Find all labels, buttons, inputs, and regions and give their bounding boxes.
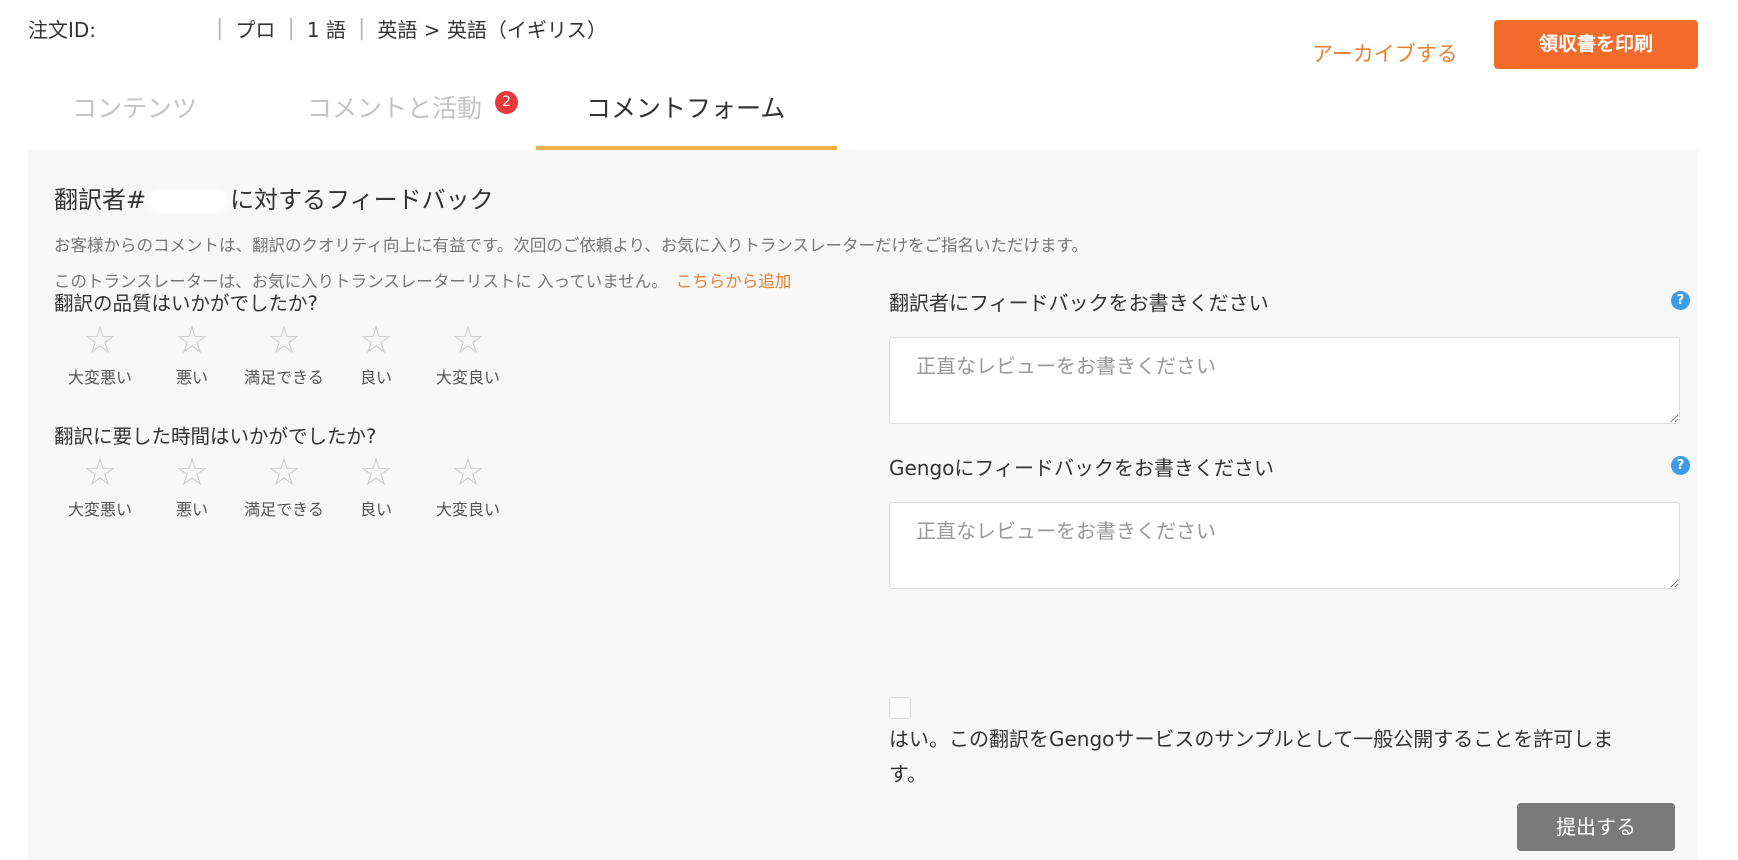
language-pair: 英語 > 英語（イギリス）: [377, 18, 607, 42]
time-rating: ☆ 大変悪い ☆ 悪い ☆ 満足できる ☆ 良い ☆ 大変良い: [54, 452, 514, 520]
feedback-title-prefix: 翻訳者#: [54, 186, 147, 214]
language-count: 1 語: [306, 18, 346, 42]
tab-comment-form-label: コメントフォーム: [586, 94, 786, 123]
quality-star-1[interactable]: ☆ 大変悪い: [54, 320, 146, 388]
star-icon: ☆: [358, 450, 394, 494]
print-receipt-button[interactable]: 領収書を印刷: [1494, 20, 1698, 69]
quality-rating: ☆ 大変悪い ☆ 悪い ☆ 満足できる ☆ 良い ☆ 大変良い: [54, 320, 514, 388]
comment-form-panel: 翻訳者# に対するフィードバック お客様からのコメントは、翻訳のクオリティ向上に有…: [28, 150, 1698, 860]
submit-button[interactable]: 提出する: [1517, 803, 1675, 851]
rating-label: 満足できる: [244, 368, 324, 387]
tab-bar: コンテンツ コメントと活動 2 コメントフォーム: [28, 78, 1698, 150]
tab-comments-activity[interactable]: コメントと活動: [307, 78, 482, 150]
help-icon[interactable]: ?: [1671, 456, 1690, 475]
time-question: 翻訳に要した時間はいかがでしたか?: [54, 425, 377, 448]
rating-label: 大変良い: [435, 500, 500, 519]
tab-content-label: コンテンツ: [72, 94, 198, 123]
quality-star-2[interactable]: ☆ 悪い: [146, 320, 238, 388]
gengo-feedback-label: Gengoにフィードバックをお書きください: [889, 456, 1275, 480]
archive-link[interactable]: アーカイブする: [1312, 38, 1458, 68]
rating-label: 大変良い: [435, 368, 500, 387]
add-favorite-link[interactable]: こちらから追加: [676, 272, 792, 291]
rating-label: 悪い: [175, 368, 208, 387]
quality-question: 翻訳の品質はいかがでしたか?: [54, 292, 318, 315]
translator-feedback-label: 翻訳者にフィードバックをお書きください: [889, 291, 1269, 315]
time-star-4[interactable]: ☆ 良い: [330, 452, 422, 520]
sample-consent-label: はい。この翻訳をGengoサービスのサンプルとして一般公開することを許可します。: [889, 727, 1614, 786]
rating-label: 悪い: [175, 500, 208, 519]
help-icon[interactable]: ?: [1671, 291, 1690, 310]
quality-star-3[interactable]: ☆ 満足できる: [238, 320, 330, 388]
quality-star-4[interactable]: ☆ 良い: [330, 320, 422, 388]
star-icon: ☆: [358, 318, 394, 362]
rating-label: 大変悪い: [67, 500, 132, 519]
plan-label: プロ: [235, 18, 276, 42]
divider: |: [287, 16, 295, 41]
tab-comments-activity-label: コメントと活動: [307, 94, 483, 123]
intro-text: お客様からのコメントは、翻訳のクオリティ向上に有益です。次回のご依頼より、お気に…: [54, 236, 1088, 255]
redacted-translator-id: [148, 189, 229, 213]
divider: |: [216, 16, 224, 41]
translator-feedback-input[interactable]: [889, 337, 1680, 424]
order-id-label: 注文ID:: [28, 18, 97, 42]
quality-star-5[interactable]: ☆ 大変良い: [422, 320, 514, 388]
tab-comment-form[interactable]: コメントフォーム: [535, 78, 838, 150]
feedback-title: 翻訳者# に対するフィードバック: [54, 180, 494, 215]
time-star-3[interactable]: ☆ 満足できる: [238, 452, 330, 520]
star-icon: ☆: [82, 450, 118, 494]
order-header: 注文ID: | プロ | 1 語 | 英語 > 英語（イギリス）: [28, 14, 607, 43]
rating-label: 良い: [359, 500, 392, 519]
comments-count-badge: 2: [495, 91, 518, 114]
feedback-title-suffix: に対するフィードバック: [230, 186, 494, 214]
star-icon: ☆: [266, 318, 302, 362]
star-icon: ☆: [450, 318, 486, 362]
time-star-2[interactable]: ☆ 悪い: [146, 452, 238, 520]
star-icon: ☆: [82, 318, 118, 362]
star-icon: ☆: [450, 450, 486, 494]
time-star-1[interactable]: ☆ 大変悪い: [54, 452, 146, 520]
star-icon: ☆: [174, 450, 210, 494]
rating-label: 大変悪い: [67, 368, 132, 387]
gengo-feedback-input[interactable]: [889, 502, 1680, 589]
tab-content[interactable]: コンテンツ: [72, 78, 197, 150]
divider: |: [357, 16, 366, 41]
star-icon: ☆: [266, 450, 302, 494]
rating-label: 良い: [359, 368, 392, 387]
sample-consent-checkbox[interactable]: [889, 697, 911, 719]
time-star-5[interactable]: ☆ 大変良い: [422, 452, 514, 520]
star-icon: ☆: [174, 318, 210, 362]
rating-label: 満足できる: [244, 500, 324, 519]
